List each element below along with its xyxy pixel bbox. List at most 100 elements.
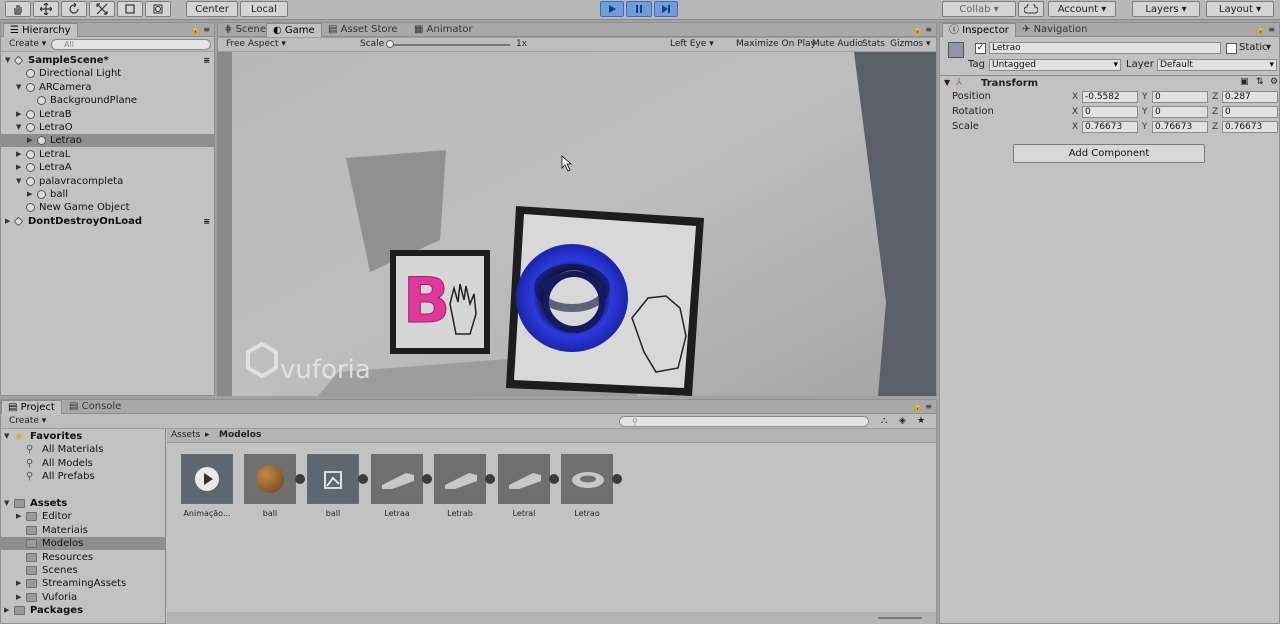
project-folder[interactable]: ▶ StreamingAssets [0, 577, 165, 590]
favorites-folder[interactable]: ▼ ★ Favorites [0, 430, 165, 443]
tag-dropdown[interactable]: Untagged ▾ [989, 59, 1121, 71]
hierarchy-item[interactable]: ▼ LetraO [1, 121, 214, 134]
tab-hierarchy[interactable]: ☰ Hierarchy [3, 23, 78, 37]
hierarchy-item[interactable]: ▼ ARCamera [1, 81, 214, 94]
tab-asset-store[interactable]: ▤ Asset Store [322, 23, 404, 37]
asset-thumbnail[interactable] [181, 454, 233, 504]
tab-inspector[interactable]: ⓘ Inspector [942, 23, 1016, 37]
inspector-panel-menu-icon[interactable]: 🔒 ≡ [1256, 24, 1275, 35]
tab-scene[interactable]: ⋕ Scene [218, 23, 272, 37]
transform-preset-icon[interactable]: ⇅ [1256, 77, 1264, 87]
favorite-star-icon[interactable]: ★ [917, 416, 925, 427]
game-view[interactable]: B vuforia [218, 52, 936, 396]
breadcrumb-assets[interactable]: Assets [171, 430, 200, 441]
collapse-arrow-icon[interactable]: ▶ [5, 215, 13, 228]
tab-project[interactable]: ▤ Project [1, 400, 62, 414]
hierarchy-search-input[interactable]: All [51, 39, 211, 50]
asset-thumbnail[interactable] [371, 454, 423, 504]
packages-folder[interactable]: ▶ Packages [0, 604, 165, 617]
scale-icon[interactable] [89, 1, 115, 17]
expand-arrow-icon[interactable]: ▼ [16, 81, 24, 94]
expand-arrow-icon[interactable]: ▼ [16, 121, 24, 134]
hand-icon[interactable] [5, 1, 31, 17]
transform-y-field[interactable]: 0 [1152, 106, 1208, 118]
transform-x-field[interactable]: 0.76673 [1082, 121, 1138, 133]
panel-menu-icon[interactable]: 🔒 ≡ [191, 24, 210, 35]
transform-help-icon[interactable]: ▣ [1240, 77, 1249, 87]
collapse-arrow-icon[interactable]: ▶ [27, 188, 35, 201]
favorite-search-item[interactable]: ⚲ All Prefabs [0, 470, 165, 483]
hierarchy-item[interactable]: ▶ LetraB [1, 108, 214, 121]
scene-menu-icon[interactable]: ≡ [203, 54, 210, 67]
transform-y-field[interactable]: 0 [1152, 91, 1208, 103]
rotate-icon[interactable] [61, 1, 87, 17]
assets-folder[interactable]: ▼ Assets [0, 497, 165, 510]
hierarchy-item[interactable]: ▶ LetraL [1, 148, 214, 161]
scale-slider-thumb[interactable] [386, 40, 394, 48]
expand-arrow-icon[interactable]: ▼ [4, 497, 9, 510]
center-panel-menu-icon[interactable]: 🔒 ≡ [913, 24, 932, 35]
step-button[interactable] [654, 1, 678, 17]
filter-label-icon[interactable]: ◈ [899, 416, 906, 427]
scene-menu-icon[interactable]: ≡ [203, 215, 210, 228]
collab-button[interactable]: Collab ▾ [942, 1, 1016, 17]
object-name-field[interactable]: Letrao [989, 42, 1221, 54]
collapse-arrow-icon[interactable]: ▶ [16, 577, 21, 590]
stats-toggle[interactable]: Stats [862, 39, 885, 50]
collapse-arrow-icon[interactable]: ▶ [16, 108, 24, 121]
project-create-button[interactable]: Create ▾ [9, 416, 46, 427]
expand-asset-icon[interactable] [485, 474, 495, 484]
active-checkbox[interactable]: ✓ [975, 43, 986, 54]
project-folder[interactable]: ▶ Editor [0, 510, 165, 523]
transform-z-field[interactable]: 0.76673 [1222, 121, 1278, 133]
rect-tool-icon[interactable] [117, 1, 143, 17]
collapse-arrow-icon[interactable]: ▶ [16, 148, 24, 161]
transform-tool-icon[interactable] [145, 1, 171, 17]
breadcrumb-modelos[interactable]: Modelos [219, 430, 261, 441]
collapse-arrow-icon[interactable]: ▶ [16, 510, 21, 523]
expand-arrow-icon[interactable]: ▼ [5, 54, 13, 67]
project-panel-menu-icon[interactable]: 🔒 ≡ [913, 401, 932, 412]
tab-animator[interactable]: ▦ Animator [408, 23, 479, 37]
hierarchy-item[interactable]: ▶ ball [1, 188, 214, 201]
tab-navigation[interactable]: ✈ Navigation [1016, 23, 1094, 37]
layout-dropdown[interactable]: Layout ▾ [1206, 1, 1274, 17]
favorite-search-item[interactable]: ⚲ All Materials [0, 443, 165, 456]
hierarchy-item[interactable]: ▶ Letrao [1, 134, 214, 148]
static-checkbox[interactable] [1226, 43, 1237, 54]
asset-thumbnail[interactable] [244, 454, 296, 504]
transform-fold-icon[interactable]: ▼ [944, 78, 950, 87]
expand-arrow-icon[interactable]: ▼ [16, 175, 24, 188]
expand-arrow-icon[interactable]: ▼ [4, 430, 9, 443]
project-search-input[interactable]: ⚲ [619, 416, 869, 427]
asset-thumbnail[interactable] [434, 454, 486, 504]
pivot-center-button[interactable]: Center [186, 1, 238, 17]
project-folder[interactable]: Resources [0, 551, 165, 564]
hierarchy-create-button[interactable]: Create ▾ [9, 39, 46, 50]
cloud-icon[interactable] [1018, 1, 1044, 17]
hierarchy-item[interactable]: ▼ SampleScene* ≡ [1, 54, 214, 67]
transform-x-field[interactable]: -0.5582 [1082, 91, 1138, 103]
favorite-search-item[interactable]: ⚲ All Models [0, 457, 165, 470]
collapse-arrow-icon[interactable]: ▶ [16, 591, 21, 604]
project-folder[interactable]: Modelos [0, 537, 165, 551]
aspect-dropdown[interactable]: Free Aspect ▾ [226, 39, 286, 50]
expand-asset-icon[interactable] [612, 474, 622, 484]
pause-button[interactable] [626, 1, 652, 17]
expand-asset-icon[interactable] [358, 474, 368, 484]
transform-y-field[interactable]: 0.76673 [1152, 121, 1208, 133]
asset-thumbnail[interactable] [561, 454, 613, 504]
hierarchy-item[interactable]: ▶ LetraA [1, 161, 214, 174]
pivot-space-button[interactable]: Local [240, 1, 288, 17]
static-dropdown-icon[interactable]: ▾ [1266, 42, 1271, 53]
collapse-arrow-icon[interactable]: ▶ [16, 161, 24, 174]
project-folder[interactable]: Scenes [0, 564, 165, 577]
left-eye-dropdown[interactable]: Left Eye ▾ [670, 39, 714, 50]
hierarchy-item[interactable]: Directional Light [1, 67, 214, 80]
scale-slider-track[interactable] [388, 44, 510, 46]
asset-thumbnail[interactable] [307, 454, 359, 504]
maximize-on-play-toggle[interactable]: Maximize On Play [736, 39, 816, 50]
project-folder[interactable]: Materiais [0, 524, 165, 537]
play-button[interactable] [600, 1, 624, 17]
icon-size-slider[interactable] [878, 617, 922, 619]
